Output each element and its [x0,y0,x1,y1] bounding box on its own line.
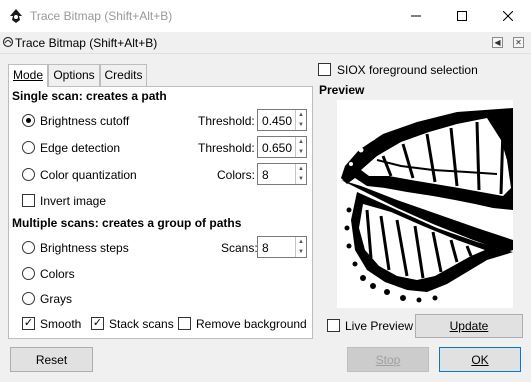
color-quantization-radio[interactable] [22,168,35,181]
iconify-icon: ◀ [494,37,501,47]
tab-credits-label: Credits [104,68,143,82]
minimize-icon [411,15,421,17]
edge-threshold-value: 0.650 [262,141,293,155]
reset-button[interactable]: Reset [10,347,93,372]
maximize-icon [457,11,467,21]
grays-radio[interactable] [22,292,35,305]
spin-arrows-icon[interactable]: ▲ ▼ [295,237,306,257]
stop-label: Stop [375,352,401,367]
stack-scans-label: Stack scans [109,317,174,331]
live-preview-label: Live Preview [345,319,414,333]
brightness-steps-radio[interactable] [22,241,35,254]
edge-threshold-label: Threshold: [198,141,255,155]
scans-value: 8 [262,241,269,255]
close-icon [503,11,513,21]
ok-button[interactable]: OK [439,347,521,372]
edge-detection-radio[interactable] [22,141,35,154]
preview-image [337,100,513,308]
close-window-button[interactable] [485,0,531,32]
smooth-label: Smooth [40,317,82,331]
minimize-button[interactable] [393,0,439,32]
dock-title: Trace Bitmap (Shift+Alt+B) [15,36,158,50]
scans-spinner[interactable]: 8 ▲ ▼ [257,236,307,258]
update-label: Update [449,319,489,333]
tab-mode[interactable]: Mode [8,64,48,87]
siox-checkbox[interactable] [318,63,331,76]
grays-label: Grays [40,292,73,306]
colors-count-label: Colors: [217,168,256,182]
scans-label: Scans: [221,241,258,255]
edge-threshold-spinner[interactable]: 0.650 ▲ ▼ [257,136,307,158]
single-scan-header: Single scan: creates a path [12,89,167,103]
tab-mode-label: Mode [12,68,44,82]
update-button[interactable]: Update [415,314,523,338]
checkmark-icon: ✓ [92,317,103,329]
smooth-checkbox[interactable]: ✓ [22,317,35,330]
brightness-threshold-value: 0.450 [262,114,293,128]
live-preview-checkbox[interactable] [327,319,340,332]
invert-image-label: Invert image [40,194,107,208]
remove-background-label: Remove background [196,317,307,331]
brightness-steps-label: Brightness steps [40,241,129,255]
tab-options-label: Options [53,68,95,82]
multiple-scans-header: Multiple scans: creates a group of paths [12,216,242,230]
stop-button[interactable]: Stop [347,347,429,372]
edge-detection-label: Edge detection [40,141,121,155]
dock-close-button[interactable]: ✕ [513,37,524,48]
colors-radio[interactable] [22,267,35,280]
siox-label: SIOX foreground selection [337,63,478,77]
brightness-threshold-label: Threshold: [198,114,255,128]
brightness-threshold-spinner[interactable]: 0.450 ▲ ▼ [257,109,307,131]
colors-count-value: 8 [262,168,269,182]
spin-arrows-icon[interactable]: ▲ ▼ [295,164,306,184]
remove-background-checkbox[interactable] [178,317,191,330]
close-icon: ✕ [515,37,522,47]
maximize-button[interactable] [439,0,485,32]
spin-arrows-icon[interactable]: ▲ ▼ [295,137,306,157]
checkmark-icon: ✓ [23,317,34,329]
brightness-cutoff-radio[interactable] [22,114,35,127]
window-title: Trace Bitmap (Shift+Alt+B) [30,9,173,23]
inkscape-icon [8,8,24,24]
colors-count-spinner[interactable]: 8 ▲ ▼ [257,163,307,185]
brightness-cutoff-label: Brightness cutoff [40,114,130,128]
trace-bitmap-icon [2,36,14,48]
color-quantization-label: Color quantization [40,168,137,182]
invert-image-checkbox[interactable] [22,194,35,207]
tab-credits[interactable]: Credits [100,64,147,86]
dock-iconify-button[interactable]: ◀ [492,37,503,48]
reset-label: Reset [35,352,68,367]
colors-label: Colors [40,267,75,281]
stack-scans-checkbox[interactable]: ✓ [91,317,104,330]
spin-arrows-icon[interactable]: ▲ ▼ [295,110,306,130]
tab-options[interactable]: Options [48,64,100,86]
preview-header: Preview [319,83,365,97]
ok-label: OK [471,352,489,367]
